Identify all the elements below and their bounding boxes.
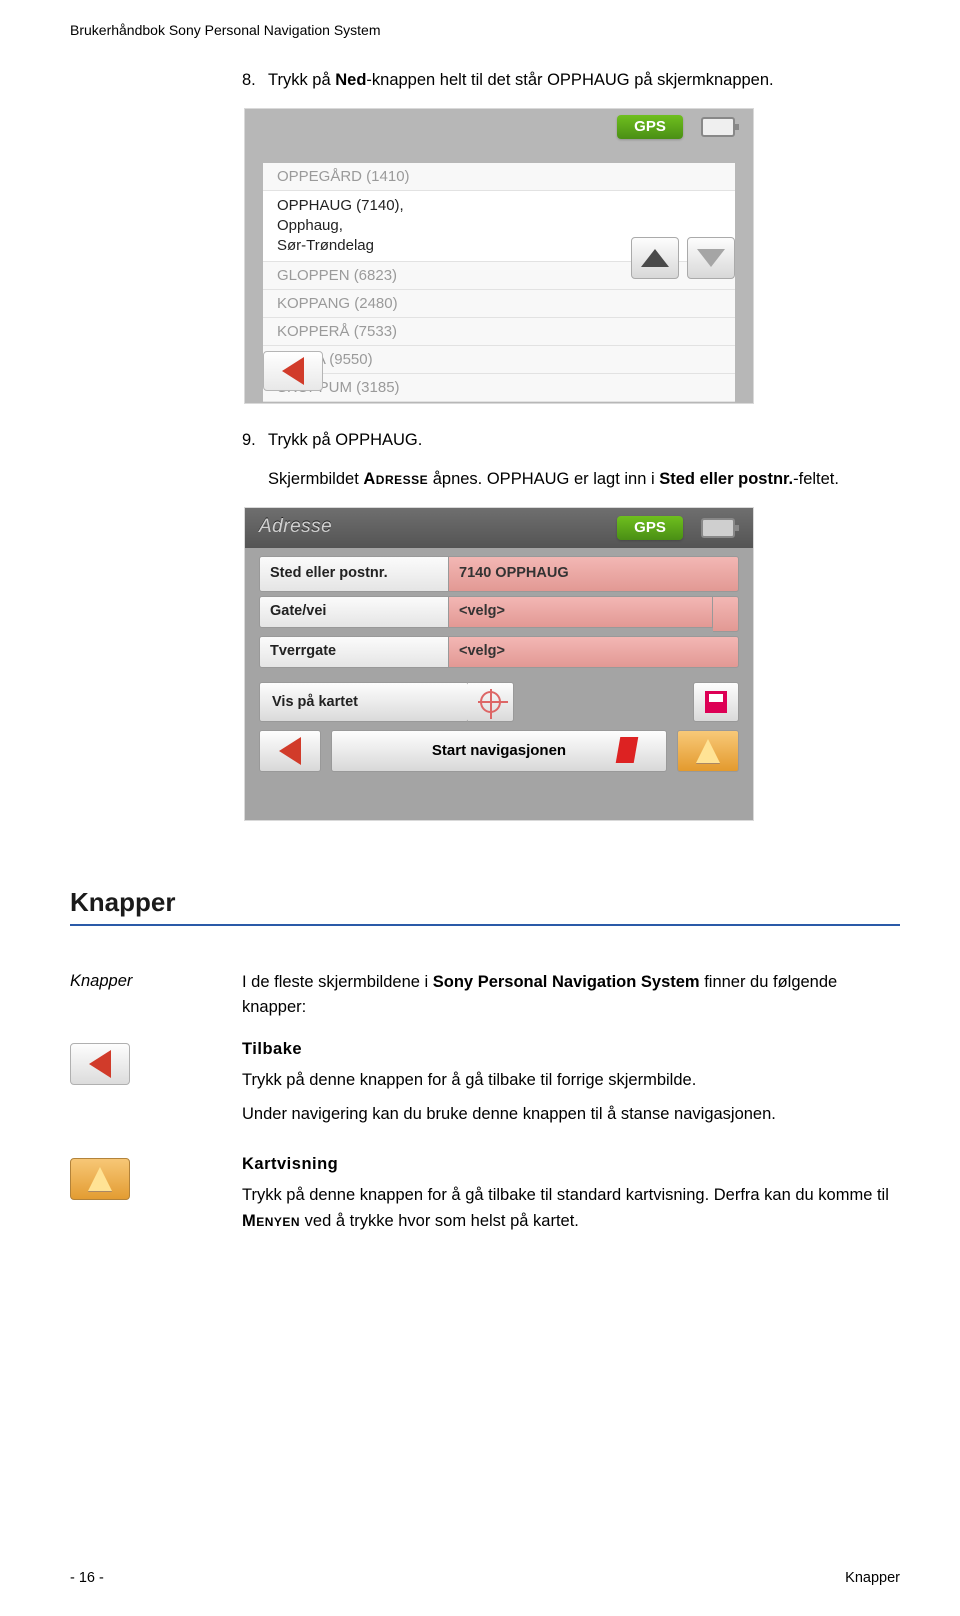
gps-badge: GPS	[617, 115, 683, 139]
step9-l2a: Skjermbildet	[268, 470, 363, 488]
scroll-down-button[interactable]	[687, 237, 735, 279]
sted-label: Sted eller postnr.	[259, 556, 449, 592]
field-sted: Sted eller postnr. 7140 OPPHAUG	[259, 556, 739, 592]
actions-row: Vis på kartet	[259, 682, 739, 722]
page-footer: - 16 - Knapper	[70, 1570, 900, 1586]
knapper-tilbake-row: Tilbake Trykk på denne knappen for å gå …	[70, 1021, 900, 1136]
knapper-kart-row: Kartvisning Trykk på denne knappen for å…	[70, 1136, 900, 1243]
mapview-button-sample	[70, 1158, 130, 1200]
tverr-value[interactable]: <velg>	[449, 636, 739, 668]
k-intro: I de fleste skjermbildene i Sony Persona…	[242, 970, 900, 1021]
nav-arrow-icon	[696, 739, 720, 763]
step9-sc: Adresse	[363, 470, 428, 488]
knapper-intro-row: Knapper I de fleste skjermbildene i Sony…	[70, 970, 900, 1021]
save-button[interactable]	[693, 682, 739, 722]
list-item[interactable]: SKOPPUM (3185)	[263, 374, 735, 402]
footer-right: Knapper	[845, 1570, 900, 1586]
back-icon	[279, 737, 301, 765]
gate-value[interactable]: <velg>	[449, 596, 713, 628]
back-icon	[89, 1050, 111, 1078]
sel-l2: Opphaug,	[277, 216, 721, 236]
list-item[interactable]: OPPEGÅRD (1410)	[263, 163, 735, 191]
k-side-label: Knapper	[70, 970, 242, 1021]
step9-suf: -feltet.	[793, 470, 839, 488]
address-form: Sted eller postnr. 7140 OPPHAUG Gate/vei…	[245, 548, 753, 820]
back-button-sample	[70, 1043, 130, 1085]
step-num: 9.	[242, 428, 268, 454]
step-8: 8.Trykk på Ned-knappen helt til det står…	[242, 68, 900, 94]
tilbake-p1: Trykk på denne knappen for å gå tilbake …	[242, 1068, 900, 1094]
battery-icon	[701, 117, 735, 137]
back-button[interactable]	[259, 730, 321, 772]
k-kart-icon-col	[70, 1136, 242, 1243]
step8-pre: Trykk på	[268, 71, 335, 89]
scroll-up-button[interactable]	[631, 237, 679, 279]
flag-icon	[616, 737, 639, 763]
step-9: 9.Trykk på OPPHAUG.	[242, 428, 900, 454]
chevron-up-icon	[641, 249, 669, 267]
save-icon	[705, 691, 727, 713]
intro-bold: Sony Personal Navigation System	[433, 973, 700, 991]
start-navigation-button[interactable]: Start navigasjonen	[331, 730, 667, 772]
kart-p1: Trykk på denne knappen for å gå tilbake …	[242, 1183, 900, 1234]
tilbake-title: Tilbake	[242, 1037, 900, 1063]
tverr-label: Tverrgate	[259, 636, 449, 668]
content: 8.Trykk på Ned-knappen helt til det står…	[242, 68, 900, 821]
side-label: Knapper	[70, 972, 132, 990]
kart-title: Kartvisning	[242, 1152, 900, 1178]
step9-bold: Sted eller postnr.	[659, 470, 793, 488]
step8-bold: Ned	[335, 71, 366, 89]
k-kart-text: Kartvisning Trykk på denne knappen for å…	[242, 1136, 900, 1243]
list-item[interactable]: LOPPA (9550)	[263, 346, 735, 374]
screenshot-list: GPS OPPEGÅRD (1410) OPPHAUG (7140), Opph…	[244, 108, 754, 404]
chevron-down-icon	[697, 249, 725, 267]
sc2-topbar: Adresse GPS	[245, 508, 753, 548]
sc1-topbar: GPS	[245, 109, 753, 145]
knapper-section: Knapper I de fleste skjermbildene i Sony…	[70, 970, 900, 1243]
tilbake-p2: Under navigering kan du bruke denne knap…	[242, 1102, 900, 1128]
k-tilbake-text: Tilbake Trykk på denne knappen for å gå …	[242, 1021, 900, 1136]
sted-value[interactable]: 7140 OPPHAUG	[449, 556, 739, 592]
kart-p1a: Trykk på denne knappen for å gå tilbake …	[242, 1186, 889, 1204]
field-gate: Gate/vei <velg>	[259, 596, 739, 632]
nav-arrow-icon	[88, 1167, 112, 1191]
section-heading: Knapper	[70, 887, 900, 926]
step-9-desc: Skjermbildet Adresse åpnes. OPPHAUG er l…	[268, 467, 900, 493]
step8-mid: -knappen helt til det står OPPHAUG på sk…	[366, 71, 773, 89]
kart-p1b: ved å trykke hvor som helst på kartet.	[300, 1212, 579, 1230]
battery-icon	[701, 518, 735, 538]
gps-badge: GPS	[617, 516, 683, 540]
gate-label: Gate/vei	[259, 596, 449, 628]
scroll-buttons	[631, 237, 735, 279]
sel-l1: OPPHAUG (7140),	[277, 196, 721, 216]
back-icon	[282, 357, 304, 385]
list-item[interactable]: KOPPANG (2480)	[263, 290, 735, 318]
target-icon	[480, 691, 501, 713]
result-list: OPPEGÅRD (1410) OPPHAUG (7140), Opphaug,…	[263, 163, 735, 403]
bottom-row: Start navigasjonen	[259, 730, 739, 772]
show-on-map-button[interactable]: Vis på kartet	[259, 682, 469, 722]
step-num: 8.	[242, 68, 268, 94]
footer-left: - 16 -	[70, 1570, 104, 1586]
intro-pre: I de fleste skjermbildene i	[242, 973, 433, 991]
screen-title: Adresse	[259, 516, 332, 538]
start-label: Start navigasjonen	[432, 742, 566, 759]
screenshot-address: Adresse GPS Sted eller postnr. 7140 OPPH…	[244, 507, 754, 821]
step9-l2b: åpnes. OPPHAUG er lagt inn i	[428, 470, 659, 488]
gate-nr[interactable]	[713, 596, 739, 632]
field-tverr: Tverrgate <velg>	[259, 636, 739, 672]
kart-p1-sc: Menyen	[242, 1212, 300, 1230]
step9-text: Trykk på OPPHAUG.	[268, 431, 422, 449]
map-view-button[interactable]	[677, 730, 739, 772]
target-button[interactable]	[468, 682, 514, 722]
list-item[interactable]: KOPPERÅ (7533)	[263, 318, 735, 346]
back-button[interactable]	[263, 351, 323, 391]
page-header: Brukerhåndbok Sony Personal Navigation S…	[70, 22, 900, 38]
k-tilbake-icon-col	[70, 1021, 242, 1136]
